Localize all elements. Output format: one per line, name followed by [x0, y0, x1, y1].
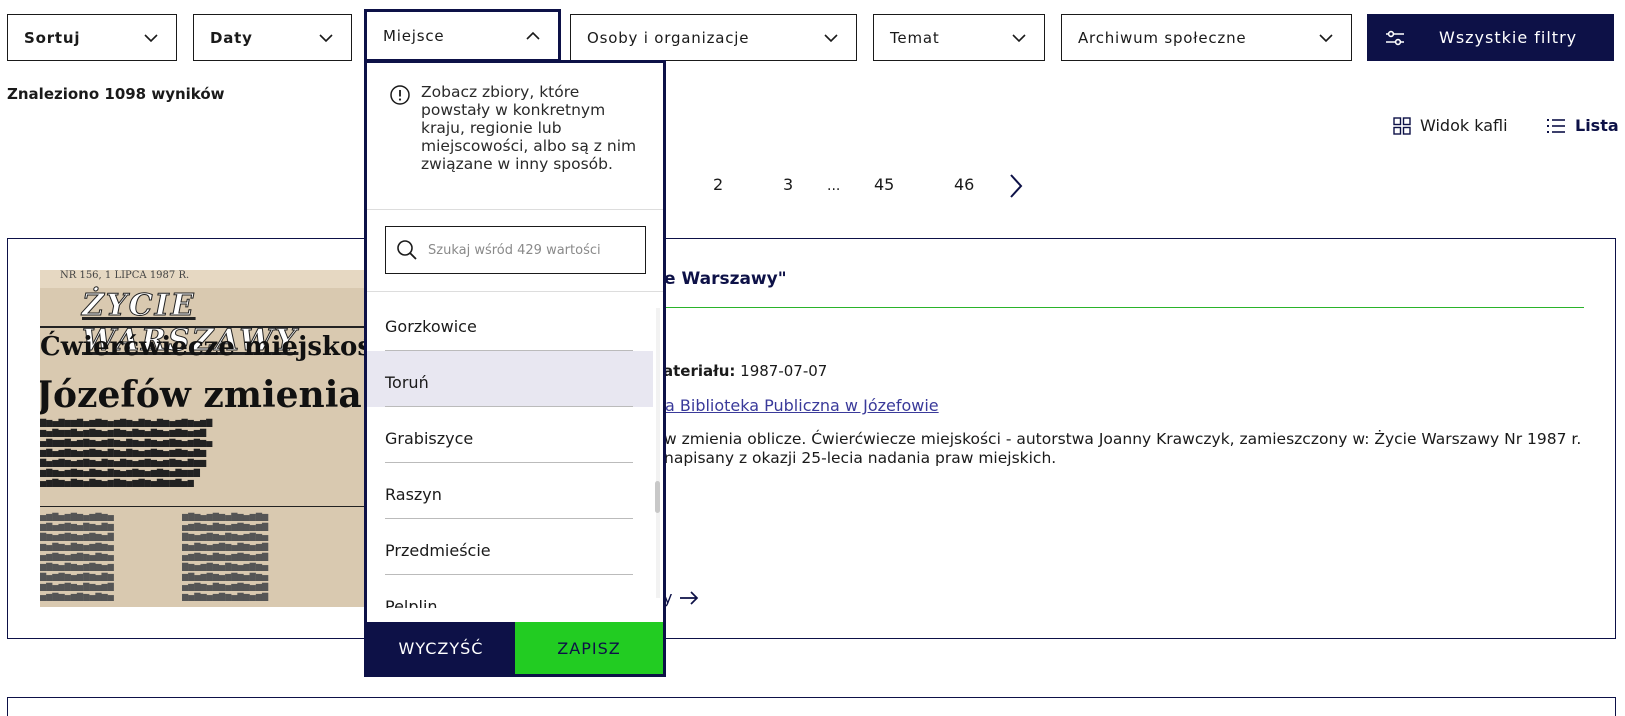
page-45-link[interactable]: 45	[874, 175, 894, 194]
search-icon	[397, 240, 417, 260]
view-tiles-label: Widok kafli	[1420, 116, 1508, 135]
view-list-toggle[interactable]: Lista	[1546, 116, 1619, 135]
title-underline	[664, 307, 1584, 308]
sort-label: Sortuj	[24, 28, 81, 47]
social-archive-filter[interactable]: Archiwum społeczne	[1061, 14, 1352, 61]
place-option-label: Gorzkowice	[385, 317, 477, 336]
material-date-value: 1987-07-07	[740, 362, 828, 380]
place-search-box[interactable]	[385, 226, 646, 274]
thumbnail-column: ▅▆▇▅▆▇▆▅▆▇▆▅ ▆▇▅▆▇▆▅▇▆▅▇▆ ▇▆▅▆▇▆▅▆▇▆▅▇ ▆…	[40, 512, 114, 601]
place-option-raszyn[interactable]: Raszyn	[367, 463, 653, 519]
result-description: w zmienia oblicze. Ćwierćwiecze miejskoś…	[664, 430, 1582, 467]
chevron-right-icon[interactable]	[1007, 172, 1025, 200]
place-search-input[interactable]	[428, 242, 638, 258]
people-organizations-filter[interactable]: Osoby i organizacje	[570, 14, 857, 61]
chevron-up-icon	[526, 31, 540, 40]
people-label: Osoby i organizacje	[587, 28, 750, 47]
place-option-label: Grabiszyce	[385, 429, 474, 448]
chevron-down-icon	[1012, 33, 1026, 42]
arrow-right-icon	[680, 590, 699, 605]
all-filters-label: Wszystkie filtry	[1439, 28, 1578, 47]
thumbnail-text-block: ▇▆▅▇▆▆▇▅▆▇▆▅▆▇▆▅▇▆▅▇▆▅▆▇▆▅▆▇ ▆▅▇▆▆▇▅▆▇▆▅…	[40, 418, 213, 487]
dates-label: Daty	[210, 28, 253, 47]
thumbnail-header: NR 156, 1 LIPCA 1987 R.	[40, 270, 370, 288]
place-option-label: Toruń	[385, 373, 429, 392]
thumbnail-headline: Ćwierćwiecze miejskoś	[40, 332, 370, 362]
place-info: Zobacz zbiory, które powstały w konkretn…	[389, 83, 649, 173]
all-filters-button[interactable]: Wszystkie filtry	[1367, 14, 1614, 61]
thumbnail-column: ▆▇▆▅▆▇▆▅▇▆▅▆▇▆ ▅▆▇▆▅▇▆▅▆▇▆▅▆▇ ▇▆▅▆▇▆▅▇▆▅…	[182, 512, 269, 601]
save-button[interactable]: ZAPISZ	[515, 622, 663, 674]
chevron-down-icon	[824, 33, 838, 42]
view-list-label: Lista	[1575, 116, 1619, 135]
chevron-down-icon	[144, 33, 158, 42]
sliders-icon	[1386, 30, 1404, 45]
place-option-gorzkowice[interactable]: Gorzkowice	[367, 295, 653, 351]
divider	[367, 291, 663, 292]
place-option-przedmiescie[interactable]: Przedmieście	[367, 519, 653, 575]
view-tiles-toggle[interactable]: Widok kafli	[1393, 116, 1508, 135]
thumbnail-rule	[40, 506, 370, 507]
page-3-link[interactable]: 3	[783, 175, 793, 194]
scrollbar-thumb[interactable]	[655, 481, 660, 513]
page-46-link[interactable]: 46	[954, 175, 974, 194]
divider	[367, 209, 663, 210]
material-date-label: ateriału	[663, 362, 730, 380]
place-option-pelplin[interactable]: Pelplin	[367, 575, 653, 608]
place-option-label: Raszyn	[385, 485, 442, 504]
info-icon	[390, 85, 410, 105]
archive-link[interactable]: a Biblioteka Publiczna w Józefowie	[665, 396, 939, 415]
results-count: Znaleziono 1098 wyników	[7, 85, 225, 103]
dates-filter[interactable]: Daty	[193, 14, 352, 61]
result-card	[7, 697, 1616, 716]
thumbnail-headline-large: Józefów zmienia o	[40, 374, 370, 416]
topic-label: Temat	[890, 28, 940, 47]
result-title[interactable]: e Warszawy"	[664, 269, 787, 289]
result-thumbnail[interactable]: NR 156, 1 LIPCA 1987 R. ŻYCIE WARSZAWY Ć…	[40, 270, 370, 607]
place-info-text: Zobacz zbiory, które powstały w konkretn…	[421, 83, 637, 173]
dropdown-actions: WYCZYŚĆ ZAPISZ	[367, 622, 663, 674]
place-dropdown-panel: Zobacz zbiory, które powstały w konkretn…	[364, 60, 666, 677]
topic-filter[interactable]: Temat	[873, 14, 1045, 61]
place-label: Miejsce	[383, 26, 445, 45]
chevron-down-icon	[319, 33, 333, 42]
scrollbar-track[interactable]	[656, 308, 660, 598]
sort-dropdown[interactable]: Sortuj	[7, 14, 177, 61]
place-option-label: Przedmieście	[385, 541, 491, 560]
place-option-grabiszyce[interactable]: Grabiszyce	[367, 407, 653, 463]
pagination-ellipsis: ...	[827, 178, 841, 194]
clear-button[interactable]: WYCZYŚĆ	[367, 622, 515, 674]
grid-icon	[1393, 116, 1411, 135]
thumbnail-rule	[40, 326, 370, 328]
chevron-down-icon	[1319, 33, 1333, 42]
place-options-list[interactable]: Gorzkowice Toruń Grabiszyce Raszyn Przed…	[367, 295, 653, 608]
place-filter[interactable]: Miejsce	[364, 9, 561, 62]
page-2-link[interactable]: 2	[713, 175, 723, 194]
place-option-torun[interactable]: Toruń	[367, 351, 653, 407]
see-more-link[interactable]: y	[663, 588, 700, 607]
material-date: ateriału: 1987-07-07	[663, 362, 828, 380]
place-option-label: Pelplin	[385, 597, 438, 608]
list-icon	[1547, 118, 1565, 133]
archive-label: Archiwum społeczne	[1078, 28, 1247, 47]
